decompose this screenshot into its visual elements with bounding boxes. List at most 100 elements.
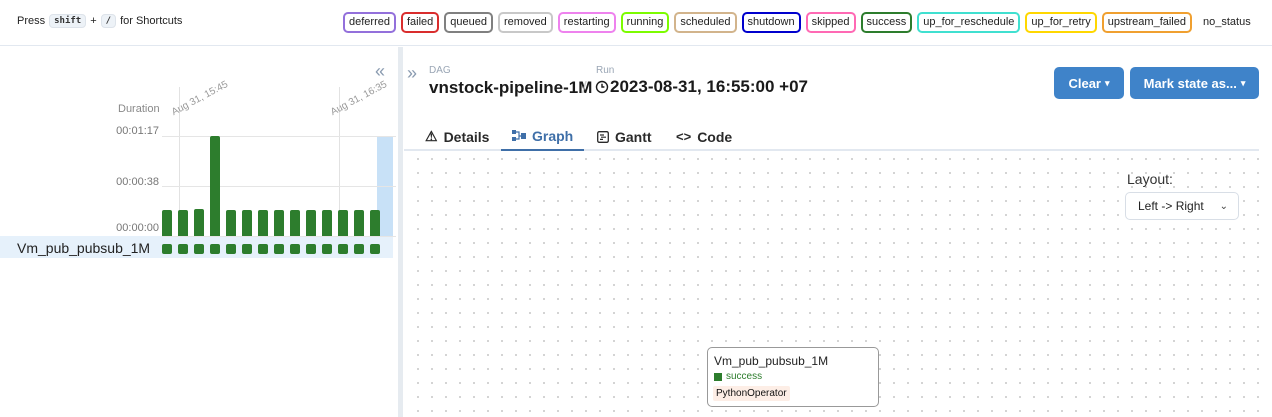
run-duration-bar[interactable] [338, 210, 348, 236]
state-badge-success[interactable]: success [860, 12, 913, 33]
duration-tick: 00:00:38 [116, 176, 159, 188]
duration-gridline [162, 236, 396, 237]
state-legend: deferred failed queued removed restarting run… [343, 12, 1257, 33]
task-instance-cell[interactable] [162, 244, 172, 254]
layout-select[interactable]: Left -> Right ⌄ [1125, 192, 1239, 220]
state-badge-queued[interactable]: queued [444, 12, 493, 33]
task-instance-cell[interactable] [354, 244, 364, 254]
task-node-title: Vm_pub_pubsub_1M [714, 354, 829, 368]
run-duration-bar[interactable] [274, 210, 284, 236]
tab-details[interactable]: ⚠ Details [425, 122, 489, 151]
duration-tick: 00:00:00 [116, 222, 159, 234]
state-badge-scheduled[interactable]: scheduled [674, 12, 737, 33]
run-duration-bar[interactable] [258, 210, 268, 236]
warning-icon: ⚠ [425, 128, 438, 144]
chevron-down-icon: ▾ [1240, 77, 1246, 88]
task-instance-cell[interactable] [290, 244, 300, 254]
run-duration-bar[interactable] [210, 136, 220, 236]
task-instance-cell[interactable] [194, 244, 204, 254]
layout-label: Layout: [1127, 171, 1173, 187]
task-name[interactable]: Vm_pub_pubsub_1M [17, 240, 150, 256]
run-duration-bar[interactable] [370, 210, 380, 236]
run-caption: Run [596, 65, 615, 76]
task-instance-cell[interactable] [338, 244, 348, 254]
task-instance-cell[interactable] [370, 244, 380, 254]
task-instance-cell[interactable] [274, 244, 284, 254]
run-duration-bar[interactable] [242, 210, 252, 236]
details-panel: » DAG vnstock-pipeline-1M / Run 2023-08-… [404, 47, 1272, 417]
layout-select-value: Left -> Right [1138, 199, 1204, 213]
state-badge-shutdown[interactable]: shutdown [741, 12, 801, 33]
duration-gridline [162, 186, 396, 187]
shift-key: shift [49, 14, 87, 28]
task-instance-cell[interactable] [210, 244, 220, 254]
clear-button[interactable]: Clear ▾ [1054, 67, 1124, 99]
duration-tick: 00:01:17 [116, 125, 159, 137]
duration-axis-title: Duration [118, 103, 160, 115]
slash-key: / [100, 14, 117, 28]
plus-sign: + [90, 15, 97, 27]
run-duration-bar[interactable] [194, 209, 204, 236]
task-instance-cell[interactable] [306, 244, 316, 254]
mark-state-button-label: Mark state as... [1143, 75, 1237, 91]
state-badge-failed[interactable]: failed [400, 12, 440, 33]
clear-button-label: Clear [1068, 75, 1101, 91]
breadcrumb-separator: / [582, 78, 587, 97]
run-duration-bar[interactable] [178, 210, 188, 236]
tab-bar: ⚠ Details Graph Gantt <> Code [404, 117, 1259, 151]
code-icon: <> [676, 129, 692, 144]
mark-state-button[interactable]: Mark state as... ▾ [1130, 67, 1259, 99]
chevron-down-icon: ▾ [1105, 77, 1110, 88]
run-duration-bar[interactable] [322, 210, 332, 236]
state-badge-running[interactable]: running [620, 12, 670, 33]
state-badge-skipped[interactable]: skipped [805, 12, 856, 33]
shortcuts-prefix: Press [17, 15, 46, 27]
tab-gantt[interactable]: Gantt [597, 122, 652, 151]
run-date-label: Aug 31, 16:35 [328, 79, 389, 118]
duration-gridline [162, 136, 396, 137]
run-duration-bar[interactable] [162, 210, 172, 236]
run-duration-bar[interactable] [306, 210, 316, 236]
tab-label: Graph [532, 127, 574, 144]
task-instance-cell[interactable] [226, 244, 236, 254]
success-status-icon [714, 372, 722, 381]
state-badge-removed[interactable]: removed [498, 12, 553, 33]
state-badge-restarting[interactable]: restarting [557, 12, 616, 33]
task-instance-cell[interactable] [178, 244, 188, 254]
state-badge-no-status[interactable]: no_status [1197, 12, 1257, 33]
state-badge-deferred[interactable]: deferred [343, 12, 396, 33]
tab-graph[interactable]: Graph [501, 122, 585, 151]
task-node-state-label: success [726, 371, 763, 382]
clock-icon [595, 80, 609, 94]
tab-label: Details [443, 128, 490, 145]
dag-breadcrumb[interactable]: vnstock-pipeline-1M [429, 78, 592, 98]
shortcuts-hint: Press shift + / for Shortcuts [17, 14, 182, 28]
chevron-down-icon: ⌄ [1219, 200, 1228, 212]
gantt-icon [597, 130, 609, 143]
run-breadcrumb[interactable]: 2023-08-31, 16:55:00 +07 [595, 77, 808, 97]
state-badge-up-for-retry[interactable]: up_for_retry [1025, 12, 1097, 33]
shortcuts-suffix: for Shortcuts [120, 15, 183, 27]
graph-canvas[interactable]: Layout: Left -> Right ⌄ Vm_pub_pubsub_1M… [411, 152, 1259, 417]
tab-label: Gantt [615, 128, 652, 145]
run-id: 2023-08-31, 16:55:00 +07 [610, 77, 809, 96]
tab-label: Code [697, 128, 733, 145]
run-duration-bar[interactable] [290, 210, 300, 236]
expand-grid-icon[interactable]: » [407, 63, 417, 84]
task-instance-cell[interactable] [258, 244, 268, 254]
operator-badge: PythonOperator [713, 386, 790, 401]
run-duration-bar[interactable] [354, 210, 364, 236]
task-instance-cell[interactable] [242, 244, 252, 254]
task-node-state: success [714, 371, 762, 382]
graph-icon [512, 129, 526, 141]
panel-resize-handle[interactable] [398, 47, 403, 417]
legend-bar: Press shift + / for Shortcuts deferred fa… [0, 0, 1272, 46]
task-node[interactable]: Vm_pub_pubsub_1M success PythonOperator [707, 347, 879, 407]
tab-code[interactable]: <> Code [676, 122, 732, 151]
state-badge-up-for-reschedule[interactable]: up_for_reschedule [917, 12, 1021, 33]
run-duration-bar[interactable] [226, 210, 236, 236]
grid-panel: « Duration 00:01:17 00:00:38 00:00:00 Au… [0, 47, 398, 417]
task-instance-cell[interactable] [322, 244, 332, 254]
dag-caption: DAG [429, 65, 451, 76]
state-badge-upstream-failed[interactable]: upstream_failed [1101, 12, 1192, 33]
